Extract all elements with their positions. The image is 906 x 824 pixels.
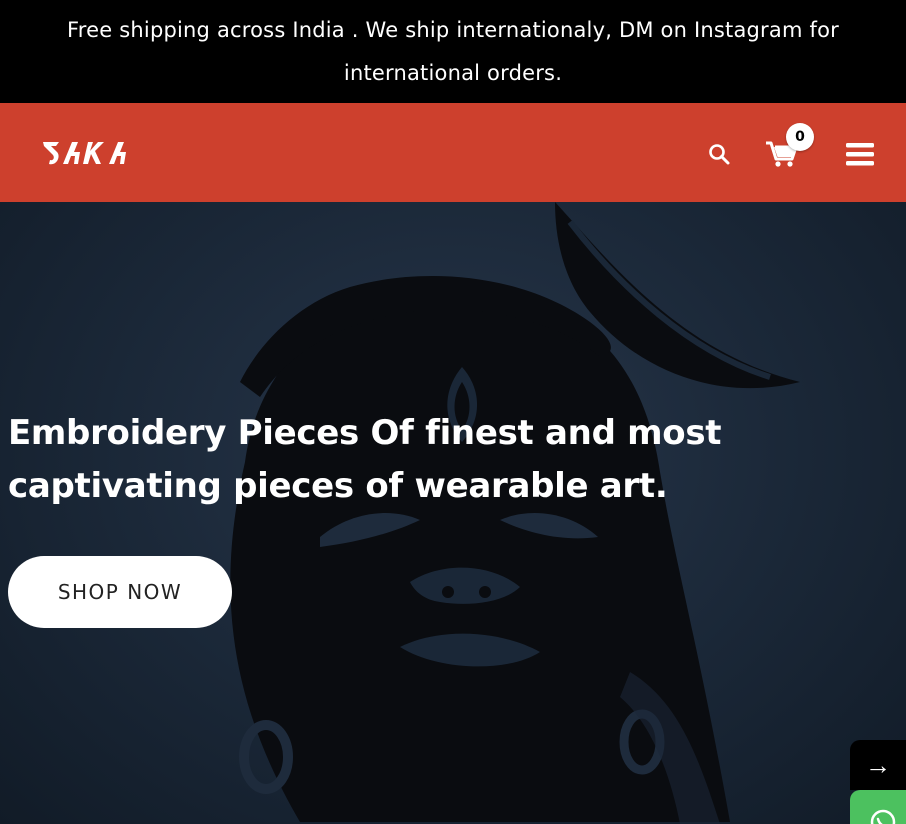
hamburger-menu-button[interactable] xyxy=(844,139,876,169)
cart-count-badge: 0 xyxy=(786,123,814,151)
whatsapp-chat-button[interactable] xyxy=(850,790,906,824)
hero-banner: Embroidery Pieces Of finest and most cap… xyxy=(0,202,906,824)
search-icon xyxy=(709,144,730,165)
shiva-silhouette-image xyxy=(230,202,800,824)
hamburger-menu-icon xyxy=(846,143,874,166)
slider-next-button[interactable]: → xyxy=(850,740,906,790)
logo-wordmark-icon xyxy=(43,142,126,165)
whatsapp-icon xyxy=(870,809,896,824)
arrow-right-icon: → xyxy=(865,749,891,780)
site-header: 0 xyxy=(0,103,906,202)
announcement-text: Free shipping across India . We ship int… xyxy=(67,17,839,85)
search-button[interactable] xyxy=(705,140,735,170)
site-logo[interactable] xyxy=(41,138,141,168)
announcement-bar: Free shipping across India . We ship int… xyxy=(0,0,906,103)
hero-heading: Embroidery Pieces Of finest and most cap… xyxy=(8,413,722,506)
shop-now-button[interactable]: SHOP NOW xyxy=(8,556,232,628)
